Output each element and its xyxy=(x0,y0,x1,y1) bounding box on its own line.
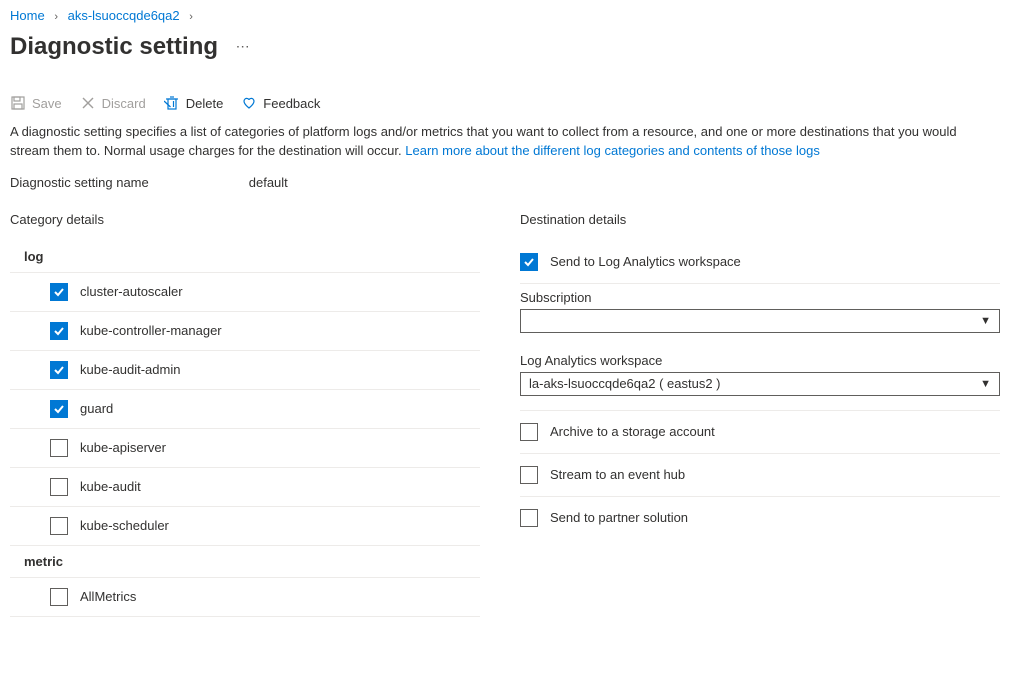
log-label-cluster-autoscaler: cluster-autoscaler xyxy=(80,284,183,299)
log-checkbox-kube-audit[interactable] xyxy=(50,478,68,496)
checkmark-icon xyxy=(53,364,65,376)
heart-icon xyxy=(241,95,257,111)
dest-eventhub-label: Stream to an event hub xyxy=(550,467,685,482)
checkmark-icon xyxy=(523,256,535,268)
save-label: Save xyxy=(32,96,62,111)
log-label-kube-scheduler: kube-scheduler xyxy=(80,518,169,533)
dest-log-analytics-row: Send to Log Analytics workspace xyxy=(520,241,1000,284)
close-icon xyxy=(80,95,96,111)
feedback-button[interactable]: Feedback xyxy=(241,95,320,111)
log-row-kube-audit: kube-audit xyxy=(10,468,480,507)
setting-name-value: default xyxy=(249,175,288,190)
chevron-down-icon: ▼ xyxy=(980,378,991,390)
breadcrumb: Home › aks-lsuoccqde6qa2 › xyxy=(10,8,1000,29)
log-label-guard: guard xyxy=(80,401,113,416)
chevron-right-icon: › xyxy=(189,11,193,23)
feedback-label: Feedback xyxy=(263,96,320,111)
dest-storage-label: Archive to a storage account xyxy=(550,424,715,439)
log-label-kube-controller-manager: kube-controller-manager xyxy=(80,323,222,338)
metric-label-allmetrics: AllMetrics xyxy=(80,589,136,604)
toolbar: Save Discard Delete Feedback xyxy=(10,75,1000,123)
description: A diagnostic setting specifies a list of… xyxy=(10,123,990,161)
learn-more-link[interactable]: Learn more about the different log categ… xyxy=(405,143,820,158)
setting-name-row: Diagnostic setting name default xyxy=(10,175,1000,190)
log-checkbox-cluster-autoscaler[interactable] xyxy=(50,283,68,301)
log-checkbox-kube-scheduler[interactable] xyxy=(50,517,68,535)
delete-button[interactable]: Delete xyxy=(164,95,224,111)
log-label-kube-apiserver: kube-apiserver xyxy=(80,440,166,455)
subscription-label: Subscription xyxy=(520,290,1000,305)
log-row-cluster-autoscaler: cluster-autoscaler xyxy=(10,273,480,312)
dest-storage-checkbox[interactable] xyxy=(520,423,538,441)
save-icon xyxy=(10,95,26,111)
more-icon[interactable]: ⋯ xyxy=(236,38,252,54)
breadcrumb-resource[interactable]: aks-lsuoccqde6qa2 xyxy=(68,8,180,23)
dest-partner-checkbox[interactable] xyxy=(520,509,538,527)
trash-icon xyxy=(164,95,180,111)
destination-details-label: Destination details xyxy=(520,212,1000,227)
chevron-down-icon: ▼ xyxy=(980,315,991,327)
save-button[interactable]: Save xyxy=(10,95,62,111)
log-row-kube-scheduler: kube-scheduler xyxy=(10,507,480,546)
metric-row-allmetrics: AllMetrics xyxy=(10,578,480,617)
discard-button[interactable]: Discard xyxy=(80,95,146,111)
log-label-kube-audit-admin: kube-audit-admin xyxy=(80,362,180,377)
checkmark-icon xyxy=(53,286,65,298)
dest-log-analytics-label: Send to Log Analytics workspace xyxy=(550,254,741,269)
dest-log-analytics-checkbox[interactable] xyxy=(520,253,538,271)
discard-label: Discard xyxy=(102,96,146,111)
workspace-label: Log Analytics workspace xyxy=(520,353,1000,368)
checkmark-icon xyxy=(53,325,65,337)
workspace-value: la-aks-lsuoccqde6qa2 ( eastus2 ) xyxy=(529,376,721,391)
log-row-kube-apiserver: kube-apiserver xyxy=(10,429,480,468)
log-checkbox-kube-audit-admin[interactable] xyxy=(50,361,68,379)
metric-checkbox-allmetrics[interactable] xyxy=(50,588,68,606)
log-row-guard: guard xyxy=(10,390,480,429)
log-group-header: log xyxy=(10,241,480,273)
metric-group-header: metric xyxy=(10,546,480,578)
dest-storage-row: Archive to a storage account xyxy=(520,411,1000,454)
chevron-right-icon: › xyxy=(54,11,58,23)
dest-eventhub-checkbox[interactable] xyxy=(520,466,538,484)
log-checkbox-guard[interactable] xyxy=(50,400,68,418)
log-checkbox-kube-controller-manager[interactable] xyxy=(50,322,68,340)
dest-partner-row: Send to partner solution xyxy=(520,497,1000,539)
checkmark-icon xyxy=(53,403,65,415)
category-details-label: Category details xyxy=(10,212,480,227)
delete-label: Delete xyxy=(186,96,224,111)
dest-eventhub-row: Stream to an event hub xyxy=(520,454,1000,497)
breadcrumb-home[interactable]: Home xyxy=(10,8,45,23)
log-row-kube-audit-admin: kube-audit-admin xyxy=(10,351,480,390)
dest-partner-label: Send to partner solution xyxy=(550,510,688,525)
subscription-select[interactable]: ▼ xyxy=(520,309,1000,333)
log-checkbox-kube-apiserver[interactable] xyxy=(50,439,68,457)
log-label-kube-audit: kube-audit xyxy=(80,479,141,494)
workspace-select[interactable]: la-aks-lsuoccqde6qa2 ( eastus2 ) ▼ xyxy=(520,372,1000,396)
setting-name-label: Diagnostic setting name xyxy=(10,175,149,190)
page-title: Diagnostic setting xyxy=(10,33,218,61)
log-row-kube-controller-manager: kube-controller-manager xyxy=(10,312,480,351)
